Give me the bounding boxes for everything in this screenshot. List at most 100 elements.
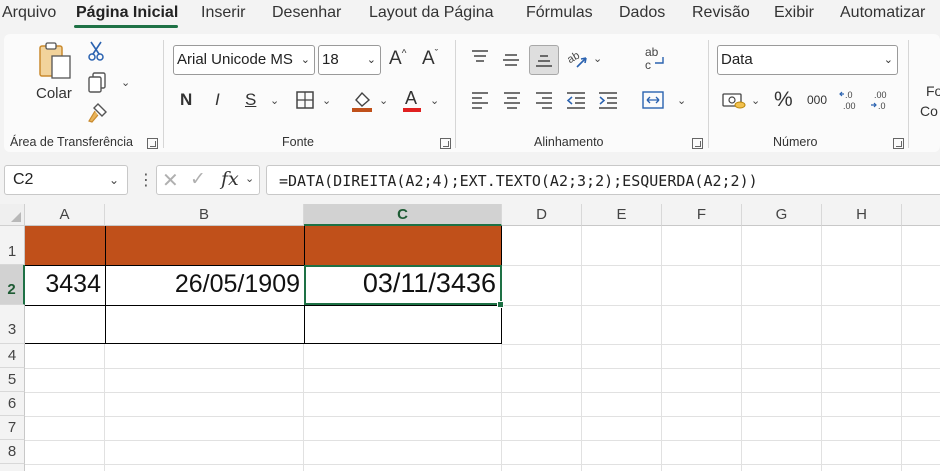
decrease-indent-icon[interactable] bbox=[565, 90, 587, 110]
formula-input[interactable]: =DATA(DIREITA(A2;4);EXT.TEXTO(A2;3;2);ES… bbox=[266, 165, 940, 195]
group-divider bbox=[908, 40, 909, 148]
column-header-b[interactable]: B bbox=[105, 204, 304, 226]
column-header-g[interactable]: G bbox=[742, 204, 822, 226]
tab-inserir[interactable]: Inserir bbox=[201, 4, 245, 22]
conditional-formatting-label-2[interactable]: Co bbox=[920, 103, 938, 119]
cut-icon[interactable] bbox=[86, 40, 106, 62]
paste-label[interactable]: Colar bbox=[36, 85, 72, 102]
gridline bbox=[502, 344, 940, 345]
conditional-formatting-label[interactable]: Fo bbox=[926, 83, 940, 99]
alignment-launcher-icon[interactable] bbox=[692, 138, 703, 149]
font-color-dropdown-icon[interactable]: ⌄ bbox=[430, 94, 439, 107]
chevron-down-icon[interactable]: ⌄ bbox=[245, 172, 254, 185]
fill-handle[interactable] bbox=[497, 301, 504, 308]
row-header-9[interactable] bbox=[0, 464, 25, 471]
underline-dropdown-icon[interactable]: ⌄ bbox=[270, 94, 279, 107]
fill-color-icon[interactable] bbox=[349, 87, 375, 113]
name-box[interactable]: C2 ⌄ bbox=[4, 165, 128, 195]
copy-dropdown-icon[interactable]: ⌄ bbox=[121, 76, 130, 89]
format-painter-icon[interactable] bbox=[86, 101, 108, 125]
column-header-c[interactable]: C bbox=[304, 204, 502, 226]
currency-format-icon[interactable] bbox=[720, 88, 746, 112]
row-header-7[interactable]: 7 bbox=[0, 416, 25, 440]
font-size-select[interactable]: 18 ⌄ bbox=[318, 45, 381, 75]
clipboard-launcher-icon[interactable] bbox=[147, 138, 158, 149]
copy-icon[interactable] bbox=[86, 71, 108, 93]
decrease-decimal-icon[interactable]: .00.0 bbox=[870, 88, 894, 112]
more-options-icon[interactable]: ⋮ bbox=[138, 170, 154, 190]
svg-text:.0: .0 bbox=[845, 90, 853, 100]
merge-center-icon[interactable] bbox=[641, 89, 665, 111]
orientation-dropdown-icon[interactable]: ⌄ bbox=[593, 52, 602, 65]
align-bottom-icon[interactable] bbox=[529, 45, 559, 75]
font-color-icon[interactable]: A bbox=[400, 86, 424, 114]
svg-text:.00: .00 bbox=[874, 90, 887, 100]
gridline bbox=[502, 265, 940, 266]
row-header-5[interactable]: 5 bbox=[0, 368, 25, 392]
tab-pagina-inicial[interactable]: Página Inicial bbox=[76, 4, 178, 22]
select-all-button[interactable] bbox=[0, 204, 25, 226]
align-middle-icon[interactable] bbox=[500, 50, 522, 70]
number-format-select[interactable]: Data ⌄ bbox=[717, 45, 898, 75]
underline-button[interactable]: S bbox=[245, 90, 256, 110]
tab-automatizar[interactable]: Automatizar bbox=[840, 4, 925, 22]
fill-color-dropdown-icon[interactable]: ⌄ bbox=[379, 94, 388, 107]
tab-dados[interactable]: Dados bbox=[619, 4, 665, 22]
row-header-1[interactable]: 1 bbox=[0, 226, 25, 265]
column-header-e[interactable]: E bbox=[582, 204, 662, 226]
tab-layout-da-pagina[interactable]: Layout da Página bbox=[369, 4, 494, 22]
row-header-4[interactable]: 4 bbox=[0, 344, 25, 368]
thousands-separator-button[interactable]: 000 bbox=[807, 93, 827, 107]
align-center-icon[interactable] bbox=[502, 90, 522, 110]
gridline bbox=[501, 344, 502, 471]
gridline bbox=[104, 344, 105, 471]
font-launcher-icon[interactable] bbox=[440, 138, 451, 149]
cell-a2[interactable]: 3434 bbox=[25, 270, 101, 299]
gridline bbox=[25, 392, 940, 393]
insert-function-button[interactable]: fx bbox=[221, 168, 239, 190]
font-name-select[interactable]: Arial Unicode MS ⌄ bbox=[173, 45, 315, 75]
increase-indent-icon[interactable] bbox=[597, 90, 619, 110]
tab-arquivo[interactable]: Arquivo bbox=[2, 4, 56, 22]
row-header-2[interactable]: 2 bbox=[0, 265, 25, 305]
italic-button[interactable]: I bbox=[215, 90, 220, 110]
borders-dropdown-icon[interactable]: ⌄ bbox=[322, 94, 331, 107]
increase-decimal-icon[interactable]: .0.00 bbox=[839, 88, 863, 112]
align-top-icon[interactable] bbox=[469, 47, 491, 67]
font-size-value: 18 bbox=[322, 51, 339, 68]
column-header-f[interactable]: F bbox=[662, 204, 742, 226]
column-header-a[interactable]: A bbox=[25, 204, 105, 226]
increase-font-size-icon[interactable]: A^ bbox=[389, 48, 406, 70]
column-header-h[interactable]: H bbox=[822, 204, 902, 226]
column-header-d[interactable]: D bbox=[502, 204, 582, 226]
align-right-icon[interactable] bbox=[534, 90, 554, 110]
merge-dropdown-icon[interactable]: ⌄ bbox=[677, 94, 686, 107]
svg-text:ab: ab bbox=[645, 45, 659, 59]
wrap-text-icon[interactable]: ab c bbox=[643, 45, 667, 71]
svg-text:.0: .0 bbox=[878, 101, 886, 111]
table-border bbox=[25, 305, 502, 306]
borders-icon[interactable] bbox=[294, 89, 316, 111]
decrease-font-size-icon[interactable]: Aˇ bbox=[422, 48, 438, 70]
align-left-icon[interactable] bbox=[470, 90, 490, 110]
tab-revisao[interactable]: Revisão bbox=[692, 4, 750, 22]
cancel-icon[interactable]: ✕ bbox=[162, 168, 179, 193]
tab-formulas[interactable]: Fórmulas bbox=[526, 4, 593, 22]
row-header-8[interactable]: 8 bbox=[0, 440, 25, 464]
tab-desenhar[interactable]: Desenhar bbox=[272, 4, 341, 22]
cell-b2[interactable]: 26/05/1909 bbox=[105, 270, 300, 299]
name-box-value: C2 bbox=[13, 171, 34, 188]
bold-button[interactable]: N bbox=[180, 90, 192, 110]
enter-icon[interactable]: ✓ bbox=[190, 168, 206, 191]
number-launcher-icon[interactable] bbox=[893, 138, 904, 149]
percent-style-button[interactable]: % bbox=[774, 88, 793, 112]
row-header-6[interactable]: 6 bbox=[0, 392, 25, 416]
svg-text:.00: .00 bbox=[843, 101, 856, 111]
tab-exibir[interactable]: Exibir bbox=[774, 4, 814, 22]
currency-dropdown-icon[interactable]: ⌄ bbox=[751, 94, 760, 107]
orientation-icon[interactable]: ab bbox=[565, 47, 589, 71]
column-header-i[interactable] bbox=[902, 204, 940, 226]
row-header-3[interactable]: 3 bbox=[0, 305, 25, 344]
paste-icon[interactable] bbox=[36, 40, 76, 82]
menu-bar: Arquivo Página Inicial Inserir Desenhar … bbox=[0, 0, 940, 30]
